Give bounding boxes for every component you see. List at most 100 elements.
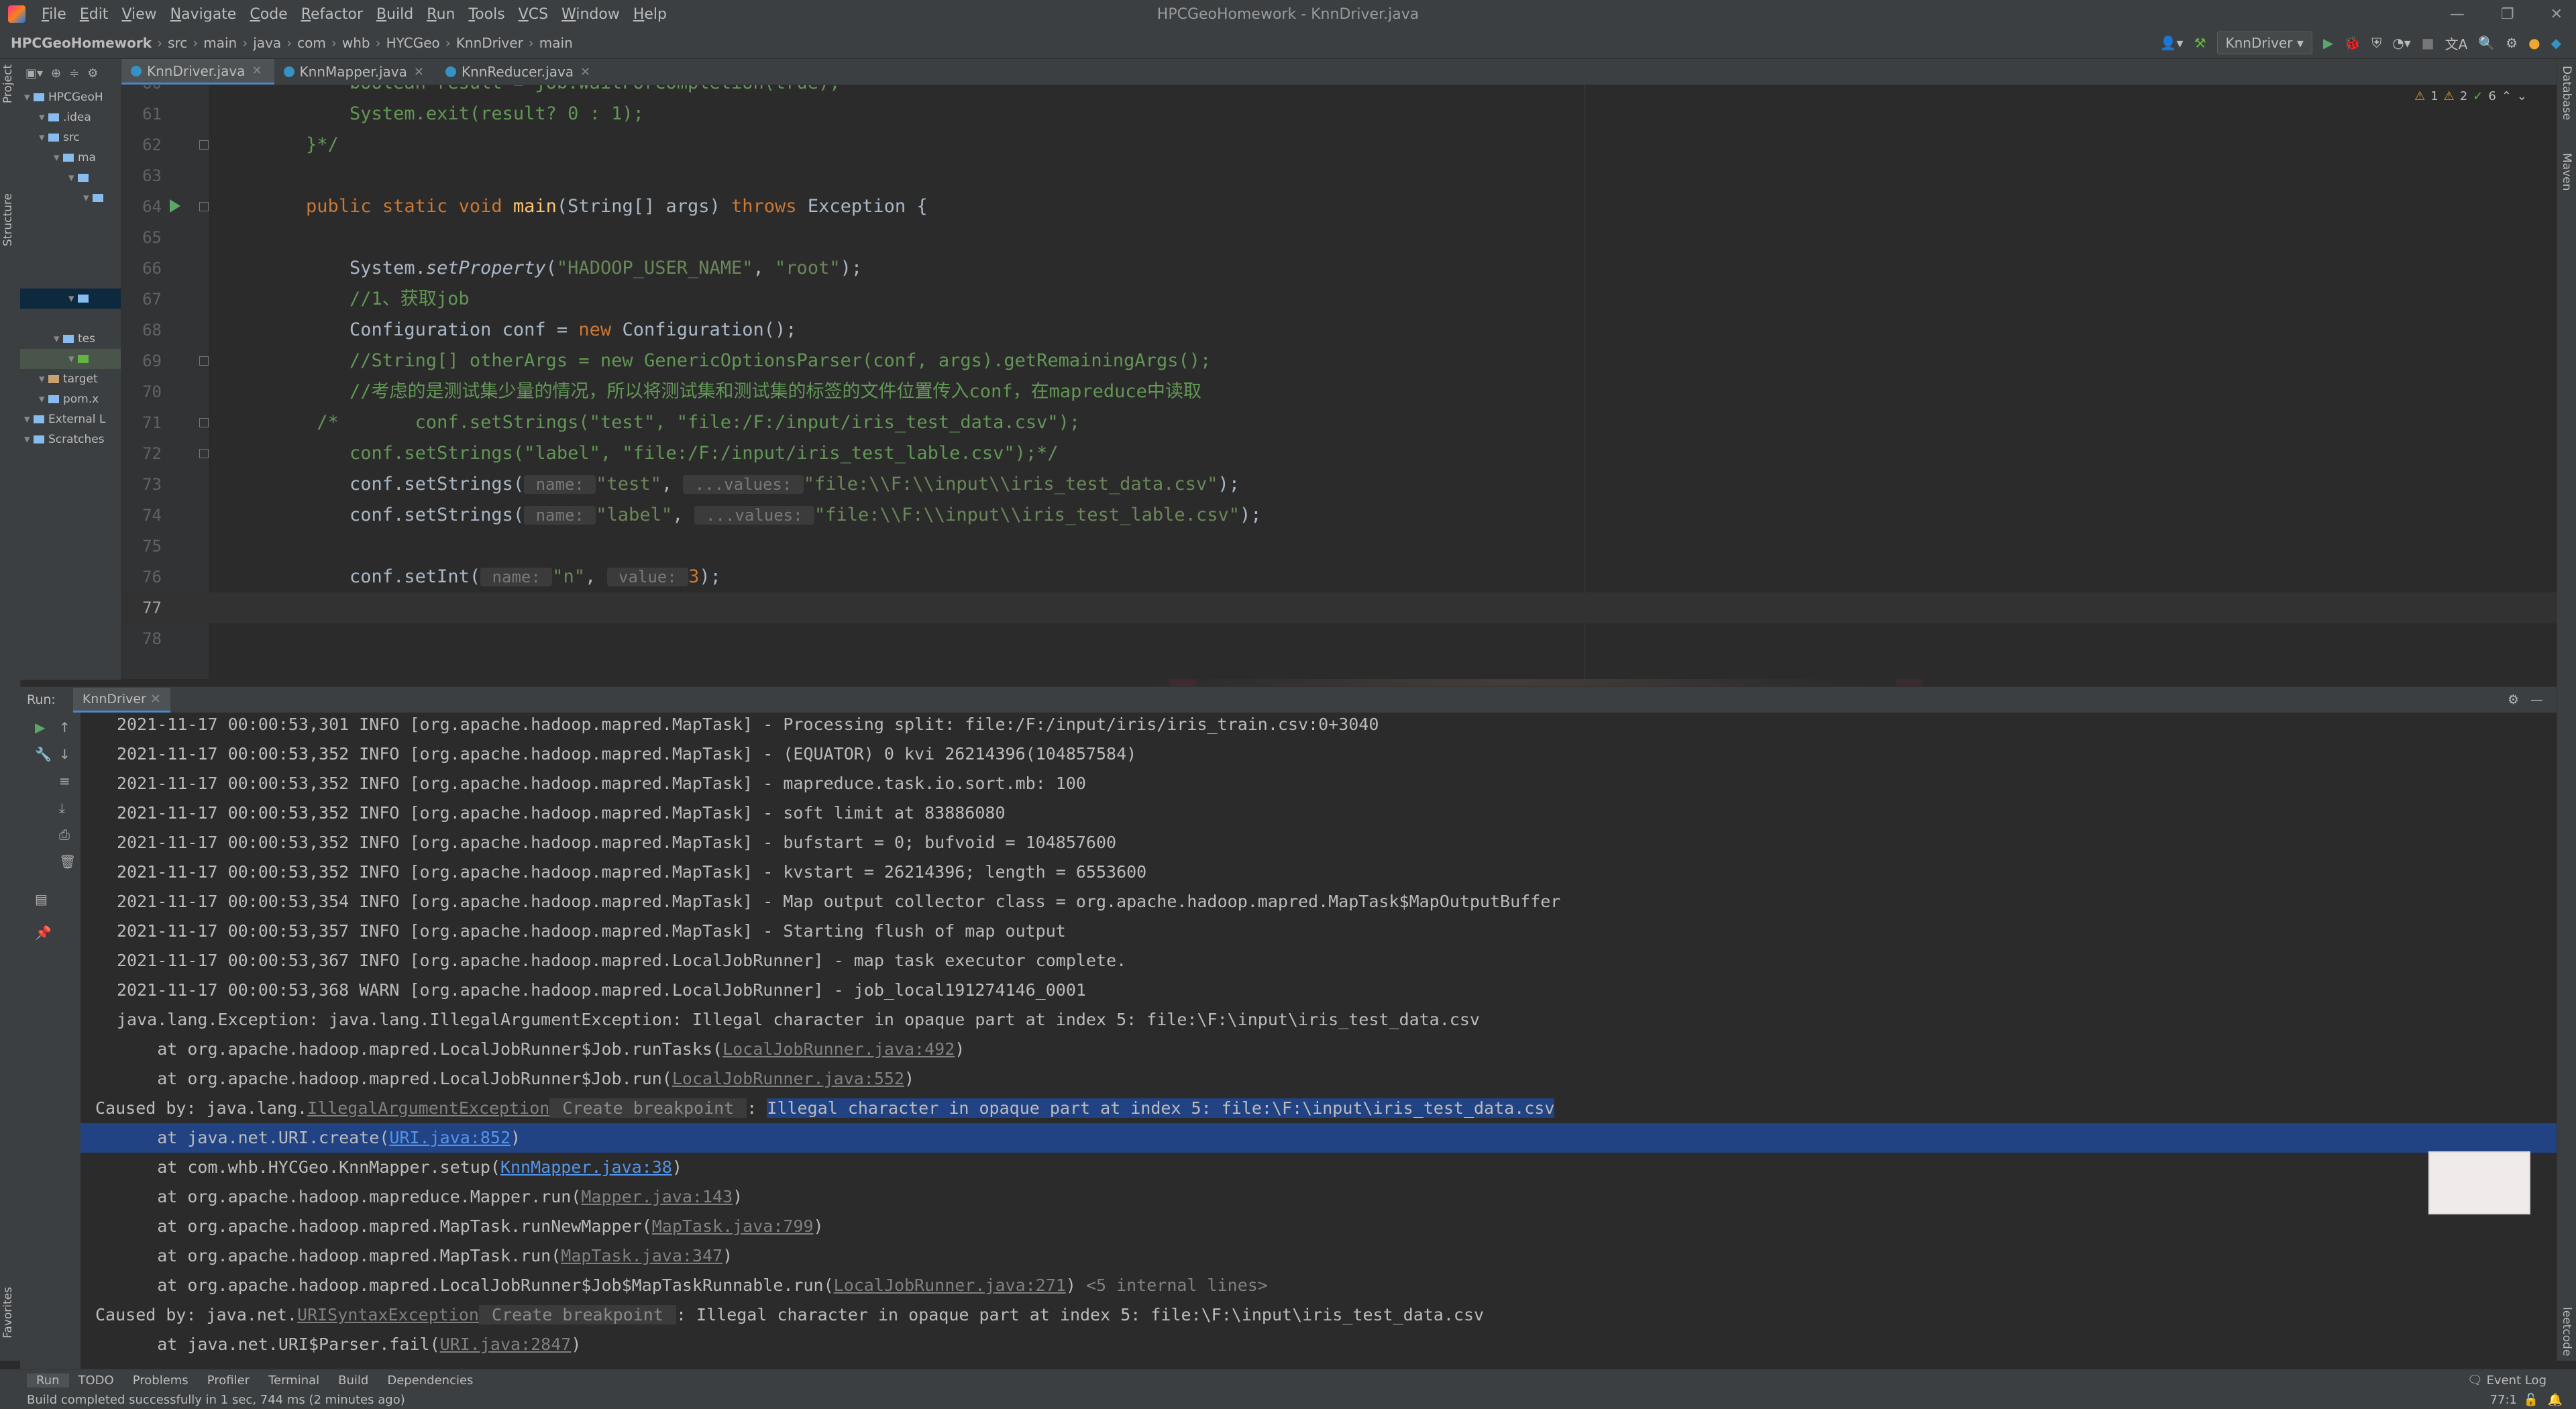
bottom-tab[interactable]: TODO xyxy=(69,1373,123,1388)
bottom-tab[interactable]: Profiler xyxy=(198,1373,259,1388)
project-tool-tab[interactable]: Project xyxy=(1,64,15,103)
fold-icon[interactable] xyxy=(199,202,209,211)
database-tool-tab[interactable]: Database xyxy=(2560,66,2573,120)
stop-icon[interactable]: ■ xyxy=(2422,35,2434,51)
tree-expand-icon[interactable]: ▾ xyxy=(39,131,48,144)
tree-row[interactable]: ▾ xyxy=(20,168,121,188)
tree-row[interactable] xyxy=(20,228,121,248)
pin-icon[interactable]: 📌 xyxy=(35,925,52,941)
tree-expand-icon[interactable]: ▾ xyxy=(39,372,48,386)
breadcrumb-item[interactable]: HPCGeoHomework xyxy=(11,35,152,51)
tree-row[interactable]: ▾ External L xyxy=(20,409,121,429)
prev-highlight-icon[interactable]: ⌃ xyxy=(2502,89,2512,103)
bottom-tab[interactable]: Dependencies xyxy=(378,1373,482,1388)
tree-row[interactable] xyxy=(20,248,121,268)
breadcrumb-item[interactable]: › HYCGeo xyxy=(370,35,440,51)
stack-trace-link[interactable]: LocalJobRunner.java:492 xyxy=(722,1039,955,1059)
tree-row[interactable] xyxy=(20,268,121,289)
run-settings-gear-icon[interactable]: ⚙ xyxy=(2508,692,2519,707)
run-configuration-select[interactable]: KnnDriver ▾ xyxy=(2216,32,2312,54)
tree-row[interactable] xyxy=(20,309,121,329)
structure-tool-tab[interactable]: Structure xyxy=(1,193,15,246)
breadcrumb-item[interactable]: › KnnDriver xyxy=(440,35,523,51)
tree-expand-icon[interactable]: ▾ xyxy=(24,91,34,104)
leetcode-tool-tab[interactable]: leetcode xyxy=(2560,1307,2573,1356)
next-highlight-icon[interactable]: ⌄ xyxy=(2517,89,2527,103)
tree-row[interactable]: ▾ HPCGeoH xyxy=(20,87,121,107)
menu-item[interactable]: VCS xyxy=(512,6,555,23)
project-view-icon[interactable]: ▣▾ xyxy=(25,66,43,81)
stack-trace-link[interactable]: LocalJobRunner.java:552 xyxy=(672,1069,904,1088)
editor-tab[interactable]: KnnReducer.java ✕ xyxy=(436,59,602,85)
stack-trace-link[interactable]: MapTask.java:347 xyxy=(561,1246,722,1265)
debug-icon[interactable]: 🐞 xyxy=(2344,35,2361,51)
tree-row[interactable]: ▾ xyxy=(20,289,121,309)
user-icon[interactable]: 👤▾ xyxy=(2160,35,2184,51)
locate-icon[interactable]: ⊕ xyxy=(51,66,61,81)
fold-icon[interactable] xyxy=(199,449,209,458)
close-icon[interactable]: ✕ xyxy=(2551,6,2563,23)
bottom-tab[interactable]: Build xyxy=(329,1373,378,1388)
code-editor[interactable]: 60 boolean result = job.waitForCompletio… xyxy=(121,85,2557,679)
fold-icon[interactable] xyxy=(199,140,209,150)
menu-item[interactable]: Window xyxy=(555,6,627,23)
restore-icon[interactable]: ❐ xyxy=(2501,6,2514,23)
tree-expand-icon[interactable]: ▾ xyxy=(39,393,48,406)
breadcrumb-item[interactable]: › main xyxy=(523,35,573,51)
settings-gear-icon[interactable]: ⚙ xyxy=(2506,35,2518,51)
menu-item[interactable]: Help xyxy=(627,6,674,23)
stack-trace-link[interactable]: IllegalArgumentException xyxy=(307,1098,549,1118)
rerun-icon[interactable]: ▶ xyxy=(35,719,50,735)
print-icon[interactable]: ⎙ xyxy=(59,827,74,843)
clear-all-icon[interactable]: 🗑 xyxy=(59,853,76,870)
menu-item[interactable]: Navigate xyxy=(164,6,244,23)
gear-icon[interactable]: ⚙ xyxy=(87,66,98,81)
menu-item[interactable]: View xyxy=(115,6,163,23)
tree-expand-icon[interactable]: ▾ xyxy=(54,332,63,346)
lock-icon[interactable]: 🔓 xyxy=(2524,1393,2538,1407)
tree-row[interactable]: ▾ .idea xyxy=(20,107,121,127)
menu-item[interactable]: Code xyxy=(243,6,294,23)
menu-item[interactable]: Run xyxy=(420,6,462,23)
tree-expand-icon[interactable]: ▾ xyxy=(24,413,34,426)
stack-trace-link[interactable]: MapTask.java:799 xyxy=(652,1216,814,1236)
translate-icon[interactable]: 文A xyxy=(2445,34,2468,53)
menu-item[interactable]: Refactor xyxy=(294,6,370,23)
search-icon[interactable]: 🔍 xyxy=(2478,35,2495,51)
scroll-up-icon[interactable]: ↑ xyxy=(59,719,74,735)
wrench-icon[interactable]: 🔧 xyxy=(35,746,52,762)
tree-expand-icon[interactable]: ▾ xyxy=(68,352,78,366)
tree-expand-icon[interactable]: ▾ xyxy=(68,171,78,185)
tree-row[interactable]: ▾ xyxy=(20,188,121,208)
stack-trace-link[interactable]: LocalJobRunner.java:271 xyxy=(834,1275,1066,1295)
maven-tool-tab[interactable]: Maven xyxy=(2560,153,2573,191)
stack-trace-link[interactable]: Mapper.java:143 xyxy=(581,1187,733,1206)
breadcrumb-item[interactable]: › main xyxy=(187,35,237,51)
breadcrumb-item[interactable]: › com xyxy=(281,35,326,51)
tree-row[interactable] xyxy=(20,208,121,228)
collapse-icon[interactable]: ≑ xyxy=(69,66,79,81)
stack-trace-link[interactable]: URI.java:2847 xyxy=(440,1335,572,1354)
bottom-tab[interactable]: Terminal xyxy=(259,1373,329,1388)
tree-expand-icon[interactable]: ▾ xyxy=(39,111,48,124)
cursor-position[interactable]: 77:1 xyxy=(2490,1393,2517,1407)
fold-icon[interactable] xyxy=(199,356,209,366)
run-console[interactable]: 2021-11-17 00:00:53,301 INFO [org.apache… xyxy=(80,713,2557,1370)
menu-item[interactable]: File xyxy=(35,6,73,23)
event-log-tab[interactable]: 🗨 Event Log xyxy=(2467,1373,2546,1388)
favorites-tool-tab[interactable]: Favorites xyxy=(1,1287,15,1339)
stack-trace-link[interactable]: URISyntaxException xyxy=(297,1305,479,1324)
menu-item[interactable]: Edit xyxy=(73,6,115,23)
ide-update-icon[interactable]: ◆ xyxy=(2551,35,2561,51)
bottom-tab[interactable]: Run xyxy=(27,1373,69,1388)
fold-icon[interactable] xyxy=(199,418,209,427)
run-tab-knndriver[interactable]: KnnDriver ✕ xyxy=(72,687,170,713)
floating-preview-thumbnail[interactable] xyxy=(2428,1151,2530,1214)
close-icon[interactable]: ✕ xyxy=(150,692,161,707)
scroll-down-icon[interactable]: ↓ xyxy=(59,746,74,762)
tree-expand-icon[interactable]: ▾ xyxy=(54,151,63,164)
coverage-icon[interactable]: ⛨ xyxy=(2371,35,2381,51)
run-gutter-icon[interactable] xyxy=(170,199,180,213)
bottom-tab[interactable]: Problems xyxy=(123,1373,198,1388)
tree-expand-icon[interactable]: ▾ xyxy=(24,433,34,446)
